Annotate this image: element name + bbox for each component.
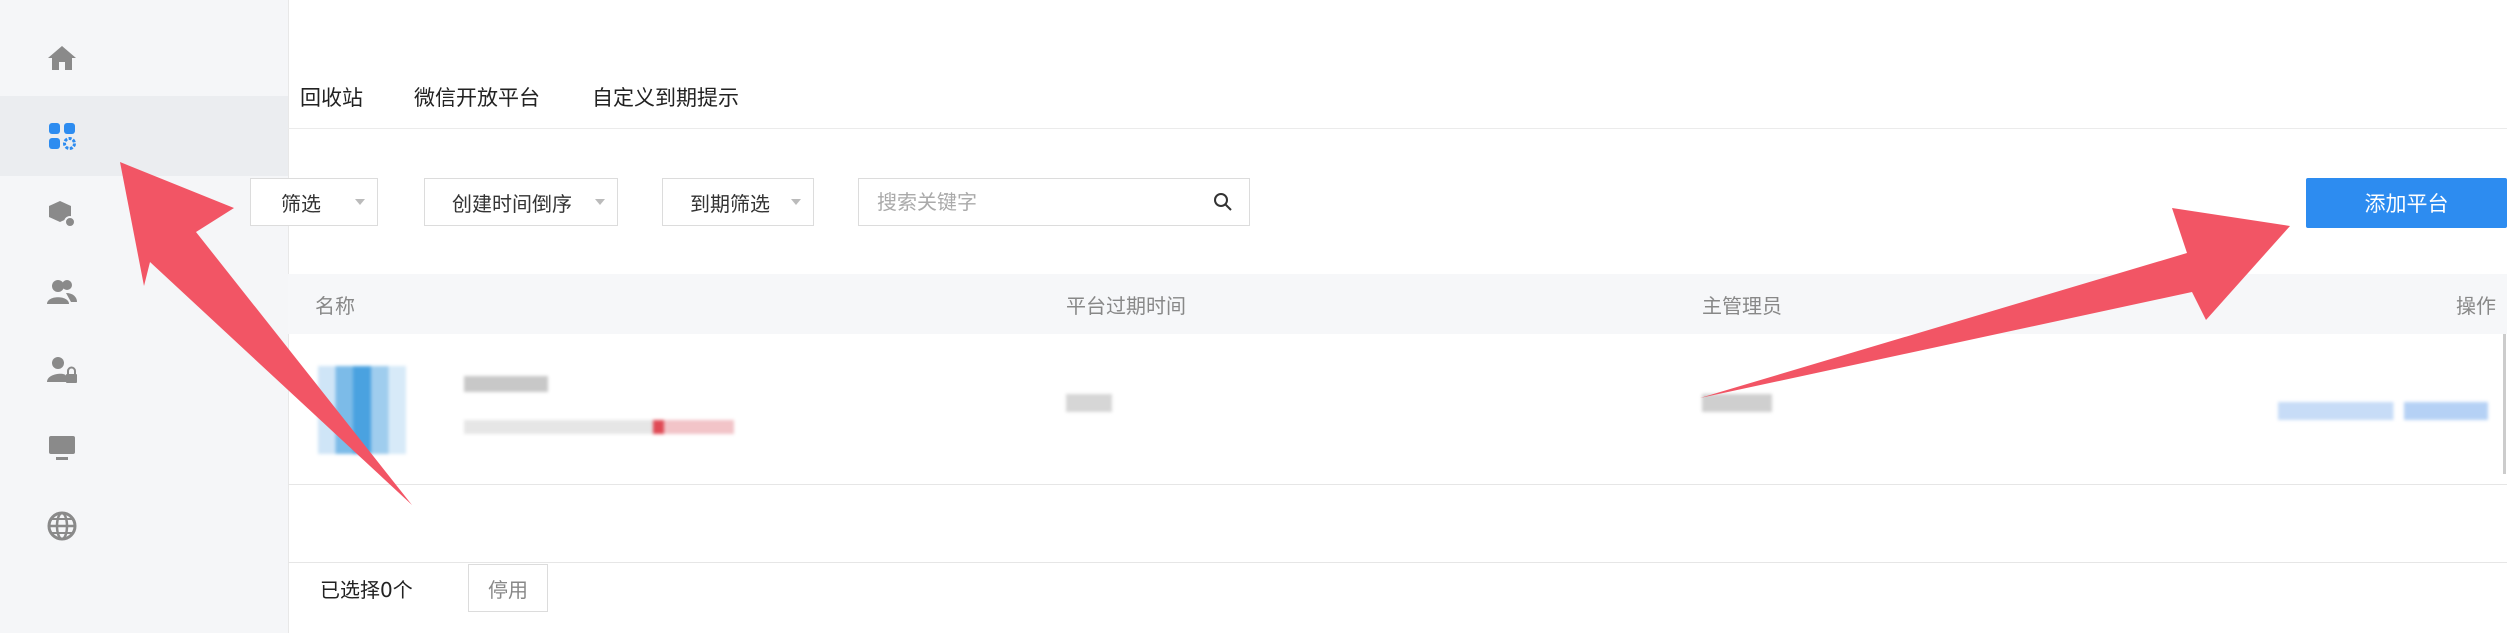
box-settings-icon [44, 196, 80, 232]
search-button[interactable] [1197, 179, 1249, 225]
chevron-down-icon [595, 199, 605, 205]
table-row[interactable] [288, 340, 2507, 485]
column-header-admin: 主管理员 [1702, 294, 1782, 318]
search-input[interactable] [859, 179, 1199, 225]
search-box [858, 178, 1250, 226]
row-action-links-redacted[interactable] [2278, 402, 2488, 420]
expire-filter-label: 到期筛选 [690, 191, 770, 216]
divider [288, 562, 2507, 563]
tab-custom-expiry-reminder[interactable]: 自定义到期提示 [592, 82, 739, 112]
sidebar-item-monitor[interactable] [0, 408, 288, 488]
sidebar-item-apps[interactable] [0, 96, 288, 176]
scrollbar[interactable] [2503, 334, 2506, 474]
sidebar-item-web[interactable] [0, 486, 288, 566]
sidebar [0, 0, 289, 633]
column-header-actions: 操作 [2456, 294, 2496, 318]
sidebar-item-home[interactable] [0, 18, 288, 98]
platform-name-redacted [464, 376, 548, 392]
column-header-name: 名称 [315, 294, 355, 318]
add-platform-button[interactable]: 添加平台 [2306, 178, 2507, 228]
expire-filter-dropdown[interactable]: 到期筛选 [662, 178, 814, 226]
tab-recycle-bin[interactable]: 回收站 [300, 82, 363, 112]
monitor-icon [44, 430, 80, 466]
user-lock-icon [44, 352, 80, 388]
sidebar-item-products[interactable] [0, 174, 288, 254]
selected-count: 已选择0个 [320, 578, 413, 602]
tab-bar: 回收站 微信开放平台 自定义到期提示 [288, 64, 2507, 129]
disable-button[interactable]: 停用 [468, 564, 548, 612]
sort-dropdown[interactable]: 创建时间倒序 [424, 178, 618, 226]
sidebar-item-users[interactable] [0, 252, 288, 332]
sidebar-item-user-permissions[interactable] [0, 330, 288, 410]
expire-time-redacted [1066, 394, 1112, 412]
home-icon [44, 40, 80, 76]
filter-dropdown[interactable]: 筛选 [250, 178, 378, 226]
platform-avatar [318, 366, 406, 454]
filter-dropdown-label: 筛选 [281, 191, 321, 216]
globe-icon [44, 508, 80, 544]
tab-wechat-open-platform[interactable]: 微信开放平台 [414, 82, 540, 112]
chevron-down-icon [791, 199, 801, 205]
column-header-expire-time: 平台过期时间 [1066, 294, 1186, 318]
table-header: 名称 平台过期时间 主管理员 操作 [288, 274, 2507, 334]
users-icon [44, 274, 80, 310]
search-icon [1214, 193, 1232, 211]
admin-redacted [1702, 394, 1772, 412]
chevron-down-icon [355, 199, 365, 205]
apps-settings-icon [44, 118, 80, 154]
sort-dropdown-label: 创建时间倒序 [452, 191, 572, 216]
platform-desc-redacted [464, 420, 734, 434]
